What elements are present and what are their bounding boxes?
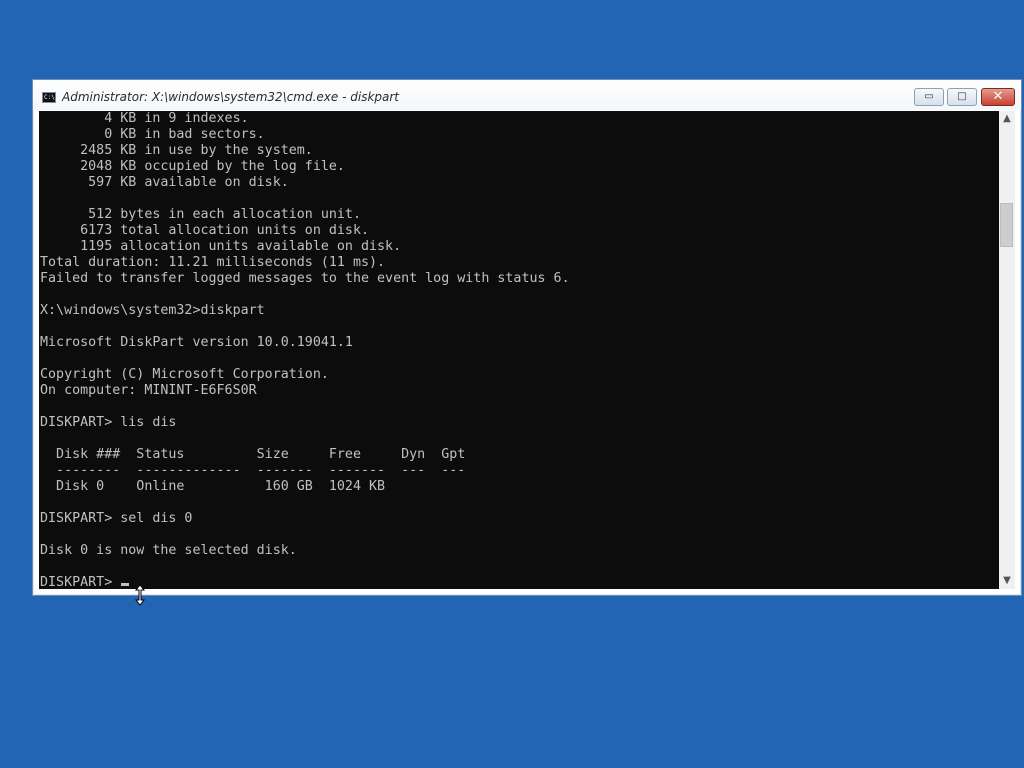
- console-icon[interactable]: C:\: [42, 92, 56, 103]
- console-line: -------- ------------- ------- ------- -…: [40, 463, 466, 478]
- vertical-scrollbar[interactable]: ▲ ▼: [999, 111, 1015, 589]
- console-line: Copyright (C) Microsoft Corporation.: [40, 367, 329, 382]
- close-button[interactable]: ✕: [981, 88, 1015, 106]
- text-resize-cursor-icon: [134, 584, 146, 606]
- console-line: Disk ### Status Size Free Dyn Gpt: [40, 447, 466, 462]
- console-line: Total duration: 11.21 milliseconds (11 m…: [40, 255, 386, 270]
- console-line: 6173 total allocation units on disk.: [40, 223, 369, 238]
- console-lines: 4 KB in 9 indexes. 0 KB in bad sectors. …: [40, 111, 570, 589]
- console-prompt: DISKPART>: [40, 575, 121, 589]
- scroll-down-arrow-icon[interactable]: ▼: [999, 573, 1015, 589]
- console-line: 597 KB available on disk.: [40, 175, 289, 190]
- console-line: 2485 KB in use by the system.: [40, 143, 313, 158]
- console-line: 1195 allocation units available on disk.: [40, 239, 402, 254]
- console-line: 2048 KB occupied by the log file.: [40, 159, 345, 174]
- console-line: DISKPART> lis dis: [40, 415, 177, 430]
- console-line: Disk 0 Online 160 GB 1024 KB: [40, 479, 386, 494]
- scroll-thumb[interactable]: [1000, 203, 1013, 247]
- window-title: Administrator: X:\windows\system32\cmd.e…: [62, 90, 400, 104]
- console-line: 512 bytes in each allocation unit.: [40, 207, 361, 222]
- console-prompt-line[interactable]: DISKPART>: [40, 575, 570, 589]
- minimize-button[interactable]: ▭: [914, 88, 944, 106]
- console-line: On computer: MININT-E6F6S0R: [40, 383, 257, 398]
- console-line: X:\windows\system32>diskpart: [40, 303, 265, 318]
- console-line: DISKPART> sel dis 0: [40, 511, 193, 526]
- console-line: Failed to transfer logged messages to th…: [40, 271, 570, 286]
- console-line: Microsoft DiskPart version 10.0.19041.1: [40, 335, 353, 350]
- text-cursor: [121, 583, 130, 586]
- maximize-button[interactable]: □: [947, 88, 977, 106]
- cmd-window[interactable]: C:\ Administrator: X:\windows\system32\c…: [32, 79, 1022, 596]
- scroll-up-arrow-icon[interactable]: ▲: [999, 111, 1015, 127]
- console-line: Disk 0 is now the selected disk.: [40, 543, 297, 558]
- console-line: 0 KB in bad sectors.: [40, 127, 265, 142]
- console-line: 4 KB in 9 indexes.: [40, 111, 249, 126]
- title-bar[interactable]: C:\ Administrator: X:\windows\system32\c…: [33, 80, 1021, 110]
- console-output-area[interactable]: 4 KB in 9 indexes. 0 KB in bad sectors. …: [39, 111, 999, 589]
